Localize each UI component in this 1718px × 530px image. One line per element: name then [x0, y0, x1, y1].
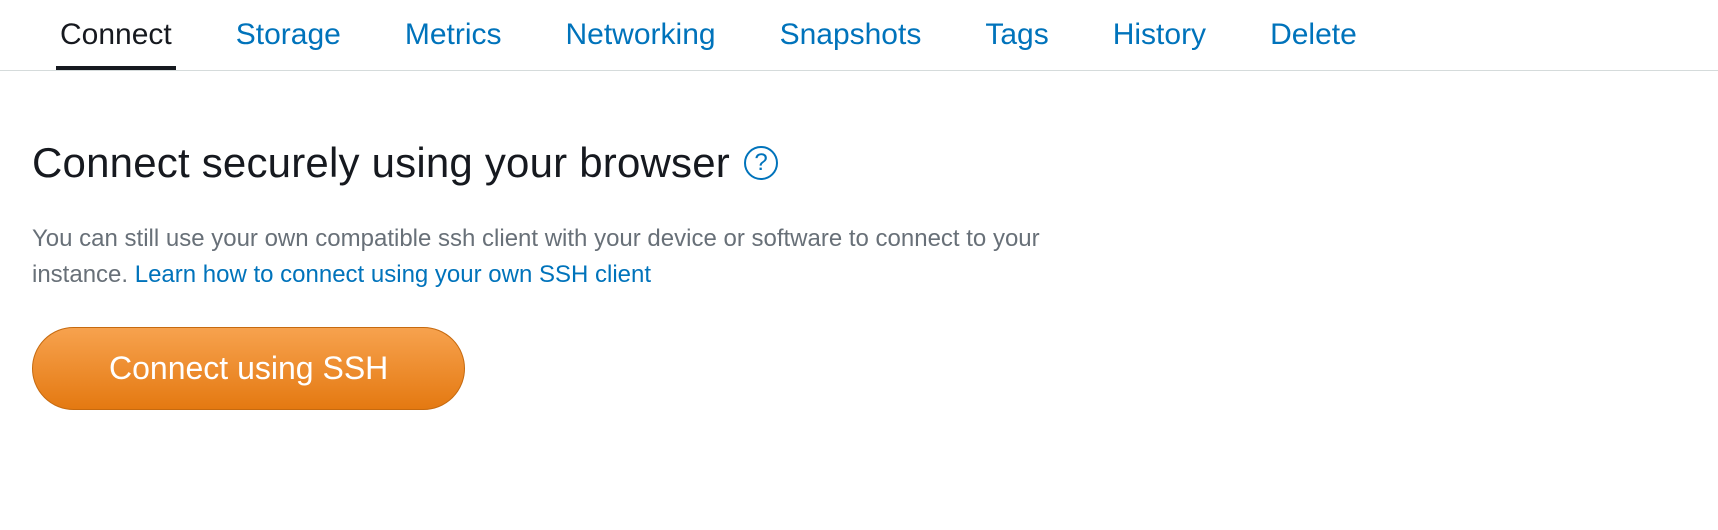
tab-snapshots[interactable]: Snapshots [776, 0, 926, 70]
tab-bar: Connect Storage Metrics Networking Snaps… [0, 0, 1718, 71]
tab-storage[interactable]: Storage [232, 0, 345, 70]
page-title: Connect securely using your browser [32, 139, 730, 187]
heading-row: Connect securely using your browser ? [32, 139, 1100, 187]
tab-content: Connect securely using your browser ? Yo… [0, 71, 1100, 410]
connect-ssh-button[interactable]: Connect using SSH [32, 327, 465, 410]
tab-tags[interactable]: Tags [981, 0, 1052, 70]
tab-history[interactable]: History [1109, 0, 1210, 70]
tab-networking[interactable]: Networking [562, 0, 720, 70]
learn-ssh-link[interactable]: Learn how to connect using your own SSH … [135, 261, 651, 288]
tab-connect[interactable]: Connect [56, 0, 176, 70]
description-text: You can still use your own compatible ss… [32, 221, 1082, 293]
tab-metrics[interactable]: Metrics [401, 0, 506, 70]
tab-delete[interactable]: Delete [1266, 0, 1361, 70]
help-icon[interactable]: ? [744, 146, 778, 180]
